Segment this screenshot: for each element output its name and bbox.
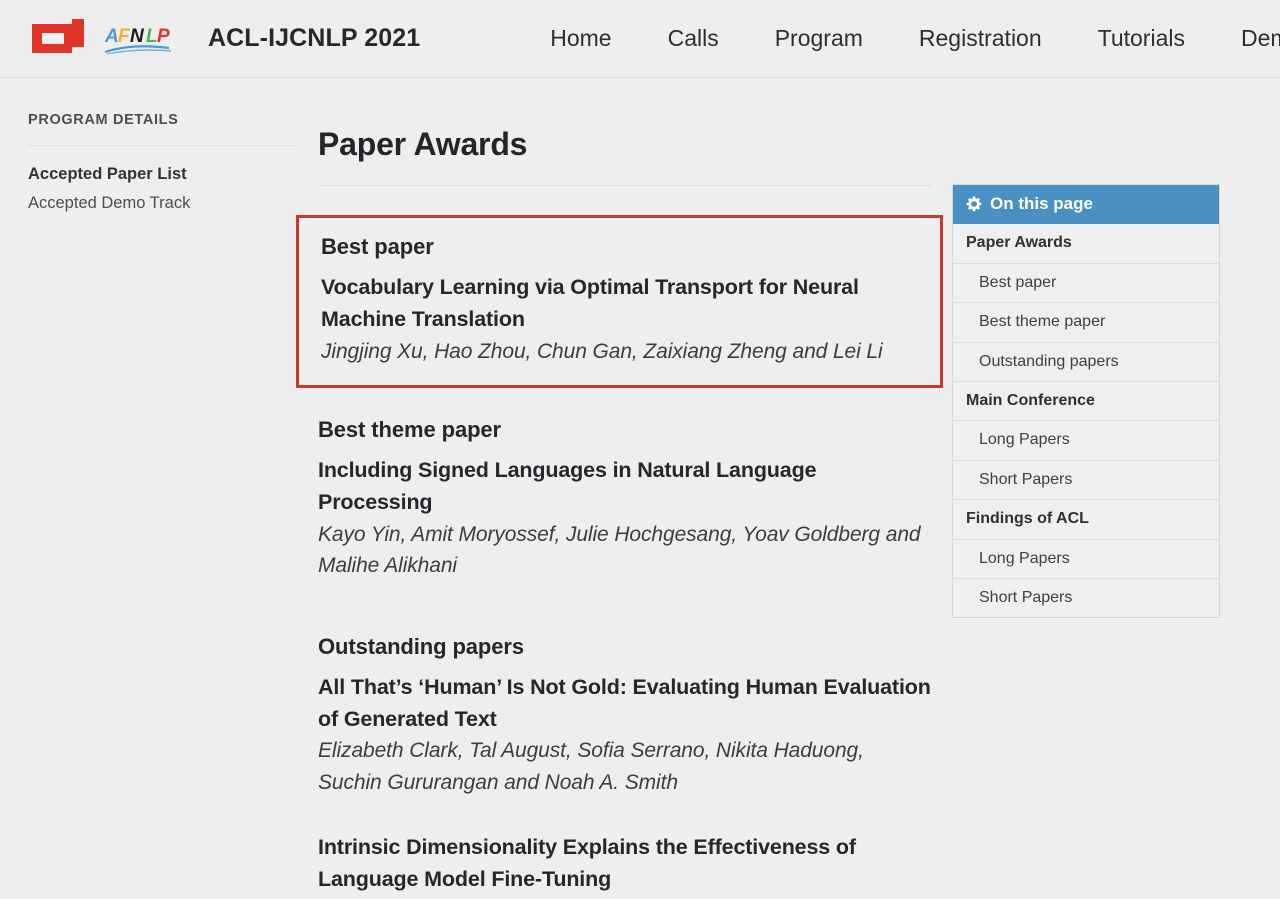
nav-item-home[interactable]: Home	[550, 27, 639, 50]
award-section-best-theme-paper: Best theme paper Including Signed Langua…	[318, 417, 932, 582]
page-body: PROGRAM DETAILS Accepted Paper List Acce…	[0, 78, 1280, 899]
svg-text:A: A	[104, 26, 119, 47]
paper-authors: Elizabeth Clark, Tal August, Sofia Serra…	[318, 739, 864, 794]
toc-item-main-conference[interactable]: Main Conference	[953, 382, 1219, 420]
award-section-best-paper: Best paper Vocabulary Learning via Optim…	[296, 215, 943, 389]
list-item: Short Papers	[953, 459, 1219, 499]
paper-title: Intrinsic Dimensionality Explains the Ef…	[318, 835, 856, 892]
paper-entry: Including Signed Languages in Natural La…	[318, 455, 932, 582]
brand[interactable]: A F N L P ACL-IJCNLP 2021	[32, 18, 421, 59]
award-kind-heading: Best paper	[321, 234, 434, 259]
site-title: ACL-IJCNLP 2021	[208, 24, 421, 52]
list-item: Paper Awards	[953, 224, 1219, 262]
on-this-page-list: Paper Awards Best paper Best theme paper…	[953, 224, 1219, 617]
list-item: Short Papers	[953, 577, 1219, 617]
toc-item-best-paper[interactable]: Best paper	[953, 264, 1219, 302]
toc-item-findings-short-papers[interactable]: Short Papers	[953, 579, 1219, 617]
list-item: Best paper	[953, 262, 1219, 302]
paper-entry: Intrinsic Dimensionality Explains the Ef…	[318, 832, 932, 899]
nav-item-calls[interactable]: Calls	[640, 27, 747, 50]
list-item: Long Papers	[953, 420, 1219, 459]
svg-text:P: P	[157, 26, 170, 47]
afnlp-logo: A F N L P	[104, 26, 172, 55]
paper-authors: Jingjing Xu, Hao Zhou, Chun Gan, Zaixian…	[321, 339, 883, 363]
toc-item-findings-long-papers[interactable]: Long Papers	[953, 540, 1219, 578]
toc-item-paper-awards[interactable]: Paper Awards	[953, 224, 1219, 262]
award-kind-heading: Best theme paper	[318, 417, 502, 443]
paper-entry: All That’s ‘Human’ Is Not Gold: Evaluati…	[318, 672, 932, 799]
list-item: Accepted Demo Track	[28, 191, 300, 216]
nav-item-registration[interactable]: Registration	[891, 27, 1070, 50]
paper-entry: Vocabulary Learning via Optimal Transpor…	[321, 272, 918, 367]
paper-authors: Kayo Yin, Amit Moryossef, Julie Hochgesa…	[318, 522, 921, 578]
paper-title: Vocabulary Learning via Optimal Transpor…	[321, 275, 859, 331]
main-content: Paper Awards Best paper Vocabulary Learn…	[296, 78, 943, 899]
nav-item-program[interactable]: Program	[747, 27, 891, 50]
program-details-sidebar: PROGRAM DETAILS Accepted Paper List Acce…	[0, 78, 300, 220]
list-item: Outstanding papers	[953, 341, 1219, 381]
on-this-page-panel: On this page Paper Awards Best paper Bes…	[952, 184, 1220, 619]
sidebar-item-accepted-paper-list[interactable]: Accepted Paper List	[28, 165, 187, 183]
nav-item-tutorials[interactable]: Tutorials	[1070, 27, 1213, 50]
svg-text:L: L	[146, 26, 158, 47]
acl-logo	[32, 18, 84, 53]
toc-item-best-theme-paper[interactable]: Best theme paper	[953, 303, 1219, 341]
list-item: Long Papers	[953, 538, 1219, 578]
toc-item-outstanding-papers[interactable]: Outstanding papers	[953, 343, 1219, 381]
toc-item-findings-of-acl[interactable]: Findings of ACL	[953, 500, 1219, 538]
sidebar-item-accepted-demo-track[interactable]: Accepted Demo Track	[28, 194, 190, 212]
gear-icon	[966, 196, 982, 212]
list-item: Main Conference	[953, 380, 1219, 420]
svg-text:N: N	[130, 26, 145, 47]
toc-item-main-short-papers[interactable]: Short Papers	[953, 461, 1219, 499]
paper-title: All That’s ‘Human’ Is Not Gold: Evaluati…	[318, 674, 931, 731]
paper-title: Including Signed Languages in Natural La…	[318, 458, 817, 514]
list-item: Findings of ACL	[953, 499, 1219, 538]
main-navigation: Home Calls Program Registration Tutorial…	[550, 18, 1280, 60]
award-section-outstanding-papers: Outstanding papers All That’s ‘Human’ Is…	[318, 634, 932, 899]
on-this-page-title: On this page	[990, 194, 1093, 213]
nav-item-demos[interactable]: Demos	[1213, 27, 1280, 50]
award-kind-heading: Outstanding papers	[318, 633, 524, 659]
sidebar-list: Accepted Paper List Accepted Demo Track	[28, 162, 300, 216]
site-header: A F N L P ACL-IJCNLP 2021 Home Calls Pro…	[0, 0, 1280, 78]
page-title-divider	[318, 185, 932, 186]
sidebar-divider	[28, 145, 298, 146]
page-title: Paper Awards	[318, 126, 528, 162]
list-item: Best theme paper	[953, 302, 1219, 341]
toc-item-main-long-papers[interactable]: Long Papers	[953, 421, 1219, 459]
sidebar-title: PROGRAM DETAILS	[28, 112, 179, 128]
on-this-page-header: On this page	[953, 185, 1219, 225]
list-item: Accepted Paper List	[28, 162, 300, 187]
